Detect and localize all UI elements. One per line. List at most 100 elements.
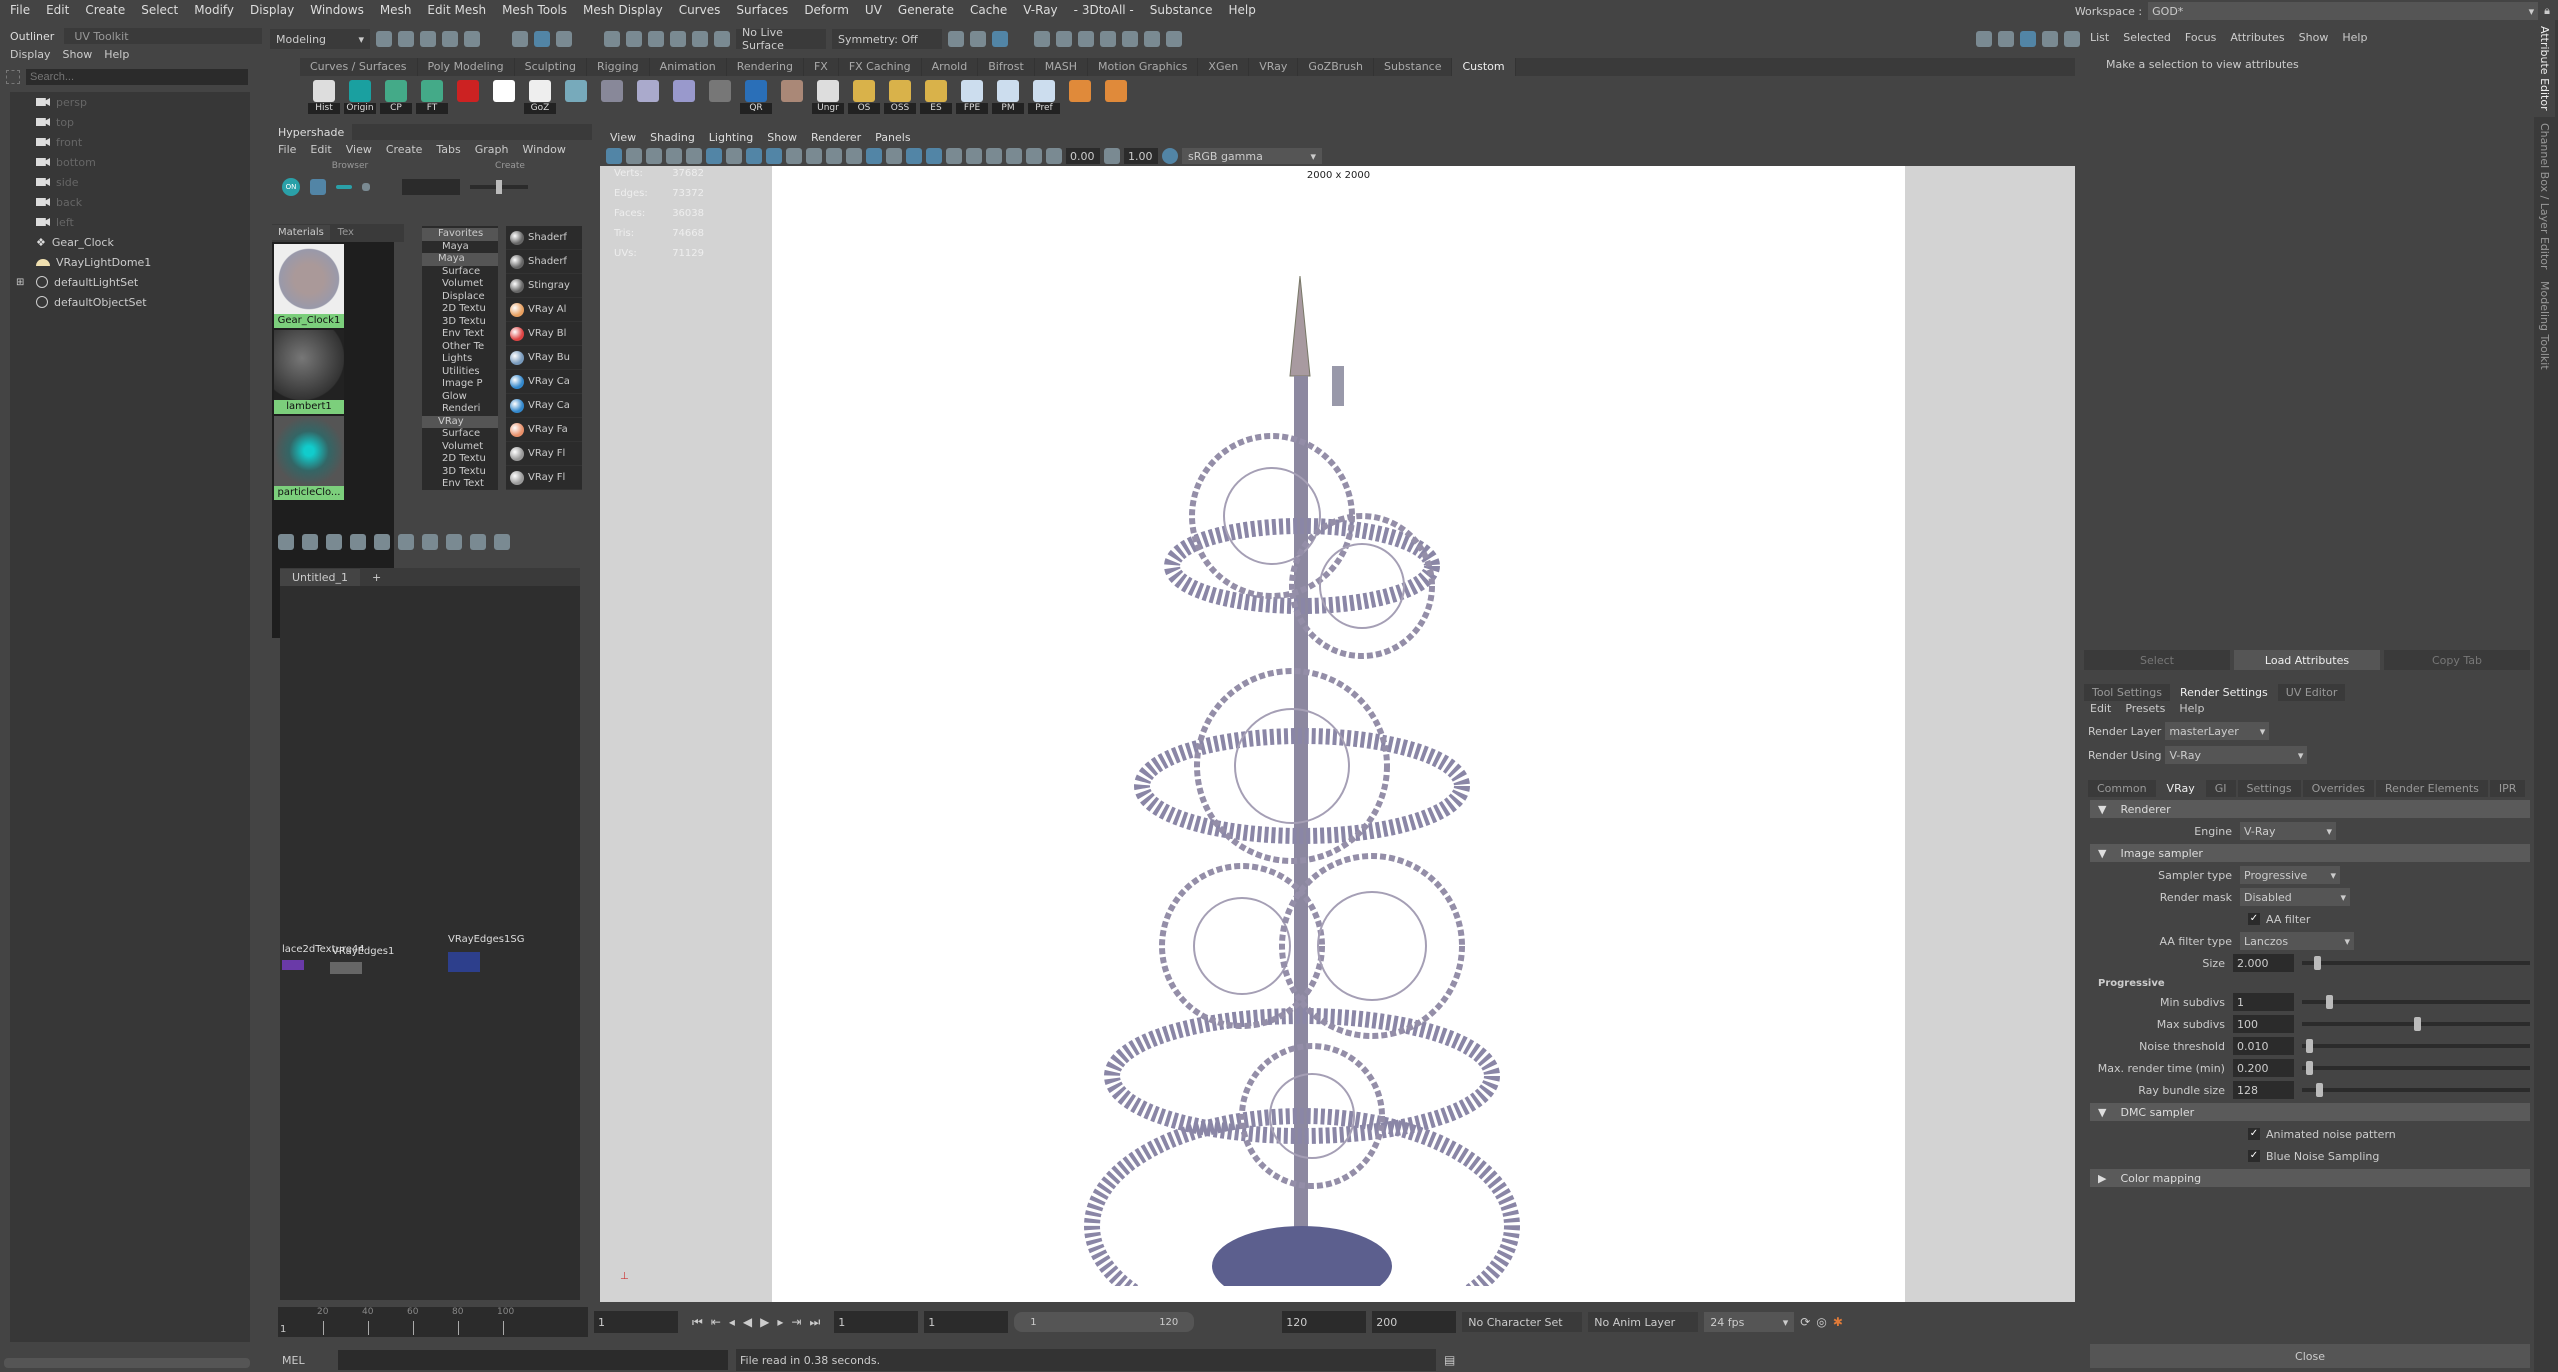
shelf-button-tool-7[interactable] — [560, 80, 592, 114]
menu-display[interactable]: Display — [250, 3, 294, 17]
render-settings-menu-help[interactable]: Help — [2179, 702, 2204, 715]
material-swatch[interactable]: lambert1 — [274, 330, 344, 414]
shelf-tab-substance[interactable]: Substance — [1374, 58, 1453, 76]
loop-icon[interactable]: ⟳ — [1800, 1315, 1810, 1329]
viewport-menu-renderer[interactable]: Renderer — [811, 131, 861, 144]
menu-substance[interactable]: Substance — [1150, 3, 1213, 17]
outliner-item-defaultlightset[interactable]: ⊞ defaultLightSet — [10, 272, 250, 292]
filter-icon[interactable] — [6, 70, 20, 84]
create-tree-item[interactable]: Utilities — [422, 366, 498, 379]
image-plane-icon[interactable] — [666, 148, 682, 164]
outliner-search-input[interactable] — [26, 69, 248, 85]
xray-joints-icon[interactable] — [1006, 148, 1022, 164]
snap-point-icon[interactable] — [648, 31, 664, 47]
output-ops-icon[interactable] — [970, 31, 986, 47]
snap-pivot-icon[interactable] — [714, 31, 730, 47]
create-tree-item[interactable]: Renderi — [422, 403, 498, 416]
time-slider[interactable]: 1 20 40 60 80 100 — [278, 1307, 588, 1337]
render-layer-dropdown[interactable]: masterLayer ▾ — [2165, 722, 2270, 740]
color-mapping-section-header[interactable]: ▶ Color mapping — [2090, 1169, 2530, 1187]
animated-noise-checkbox[interactable]: ✓ — [2248, 1128, 2260, 1140]
character-set-dropdown[interactable]: No Character Set — [1462, 1312, 1583, 1332]
play-forward-icon[interactable]: ▶ — [760, 1315, 769, 1329]
create-tree-item[interactable]: Maya — [422, 253, 498, 266]
redo-icon[interactable] — [464, 31, 480, 47]
expand-icon[interactable]: ⊞ — [16, 277, 24, 288]
auto-key-icon[interactable]: ◎ — [1816, 1315, 1826, 1329]
subtab-render-elements[interactable]: Render Elements — [2375, 780, 2488, 797]
close-button[interactable]: Close — [2090, 1344, 2530, 1368]
tab-textures[interactable]: Tex — [334, 225, 358, 240]
menu-select[interactable]: Select — [141, 3, 178, 17]
tab-uv-editor[interactable]: UV Editor — [2277, 684, 2346, 701]
max-render-time-slider[interactable] — [2302, 1061, 2530, 1075]
fps-dropdown[interactable]: 24 fps ▾ — [1704, 1312, 1795, 1332]
viewport-menu-panels[interactable]: Panels — [875, 131, 910, 144]
layout-full-icon[interactable] — [494, 534, 510, 550]
material-swatch[interactable]: Gear_Clock1 — [274, 244, 344, 328]
shelf-button-pref[interactable]: Pref — [1028, 80, 1060, 114]
attribute-menu-attributes[interactable]: Attributes — [2230, 31, 2284, 44]
image-sampler-section-header[interactable]: ▼ Image sampler — [2090, 844, 2530, 862]
create-tree-item[interactable]: Env Text — [422, 328, 498, 341]
render-sequence-icon[interactable] — [1056, 31, 1072, 47]
copy-tab-button[interactable]: Copy Tab — [2384, 650, 2530, 670]
playback-end-field[interactable]: 120 — [1282, 1311, 1367, 1333]
anim-layer-dropdown[interactable]: No Anim Layer — [1588, 1312, 1699, 1332]
create-search-field[interactable] — [402, 179, 460, 195]
tab-materials[interactable]: Materials — [272, 225, 330, 240]
layout-simple-icon[interactable] — [470, 534, 486, 550]
tab-tool-settings[interactable]: Tool Settings — [2084, 684, 2170, 701]
create-tree-item[interactable]: Env Text — [422, 478, 498, 491]
menu-cache[interactable]: Cache — [970, 3, 1007, 17]
add-graph-tab-button[interactable]: + — [360, 569, 393, 586]
subtab-settings[interactable]: Settings — [2237, 780, 2301, 797]
play-backward-icon[interactable]: ◀ — [743, 1315, 752, 1329]
create-tree-item[interactable]: 2D Textu — [422, 303, 498, 316]
render-view-icon[interactable] — [1144, 31, 1160, 47]
shelf-button-ungr[interactable]: Ungr — [812, 80, 844, 114]
lights-icon[interactable] — [926, 148, 942, 164]
node-shading-group[interactable] — [448, 952, 480, 972]
shelf-tab-fx[interactable]: FX — [804, 58, 839, 76]
graph-network-icon[interactable] — [422, 534, 438, 550]
channel-box-icon[interactable] — [2064, 31, 2080, 47]
select-component-icon[interactable] — [556, 31, 572, 47]
render-settings-menu-edit[interactable]: Edit — [2090, 702, 2111, 715]
hypershade-menu-graph[interactable]: Graph — [475, 143, 509, 156]
gamma-field[interactable]: 1.00 — [1124, 148, 1158, 164]
shelf-button-hist[interactable]: Hist — [308, 80, 340, 114]
smooth-shade-icon[interactable] — [866, 148, 882, 164]
shelf-button-pm[interactable]: PM — [992, 80, 1024, 114]
menu-create[interactable]: Create — [85, 3, 125, 17]
hypershade-menu-edit[interactable]: Edit — [310, 143, 331, 156]
shelf-tab-rigging[interactable]: Rigging — [587, 58, 650, 76]
blue-noise-checkbox[interactable]: ✓ — [2248, 1150, 2260, 1162]
outliner-item-gear_clock[interactable]: ❖ Gear_Clock — [10, 232, 250, 252]
step-forward-frame-icon[interactable]: ▸ — [777, 1315, 783, 1329]
swatch-view-icon[interactable] — [310, 179, 326, 195]
go-to-start-icon[interactable]: ⏮ — [692, 1315, 703, 1330]
node-place2dtexture[interactable] — [282, 960, 304, 970]
tab-render-settings[interactable]: Render Settings — [2171, 684, 2276, 701]
shelf-button-tool-8[interactable] — [596, 80, 628, 114]
menu-edit[interactable]: Edit — [46, 3, 69, 17]
shelf-tab-bifrost[interactable]: Bifrost — [978, 58, 1035, 76]
animation-prefs-icon[interactable]: ✱ — [1833, 1315, 1843, 1329]
clear-graph-icon[interactable] — [446, 534, 462, 550]
hypershade-icon[interactable] — [1122, 31, 1138, 47]
create-tree-item[interactable]: Surface — [422, 428, 498, 441]
shelf-tab-xgen[interactable]: XGen — [1198, 58, 1250, 76]
attribute-menu-show[interactable]: Show — [2299, 31, 2329, 44]
outliner-menu-display[interactable]: Display — [10, 48, 51, 61]
shelf-button-oss[interactable]: OSS — [884, 80, 916, 114]
shelf-button-origin[interactable]: Origin — [344, 80, 376, 114]
max-subdivs-slider[interactable] — [2302, 1017, 2530, 1031]
create-tree-item[interactable]: 2D Textu — [422, 453, 498, 466]
menu-windows[interactable]: Windows — [310, 3, 364, 17]
xray-icon[interactable] — [986, 148, 1002, 164]
frame-all-icon[interactable] — [350, 534, 366, 550]
isolate-icon[interactable] — [966, 148, 982, 164]
shelf-button-tool-22[interactable] — [1100, 80, 1132, 114]
noise-threshold-slider[interactable] — [2302, 1039, 2530, 1053]
